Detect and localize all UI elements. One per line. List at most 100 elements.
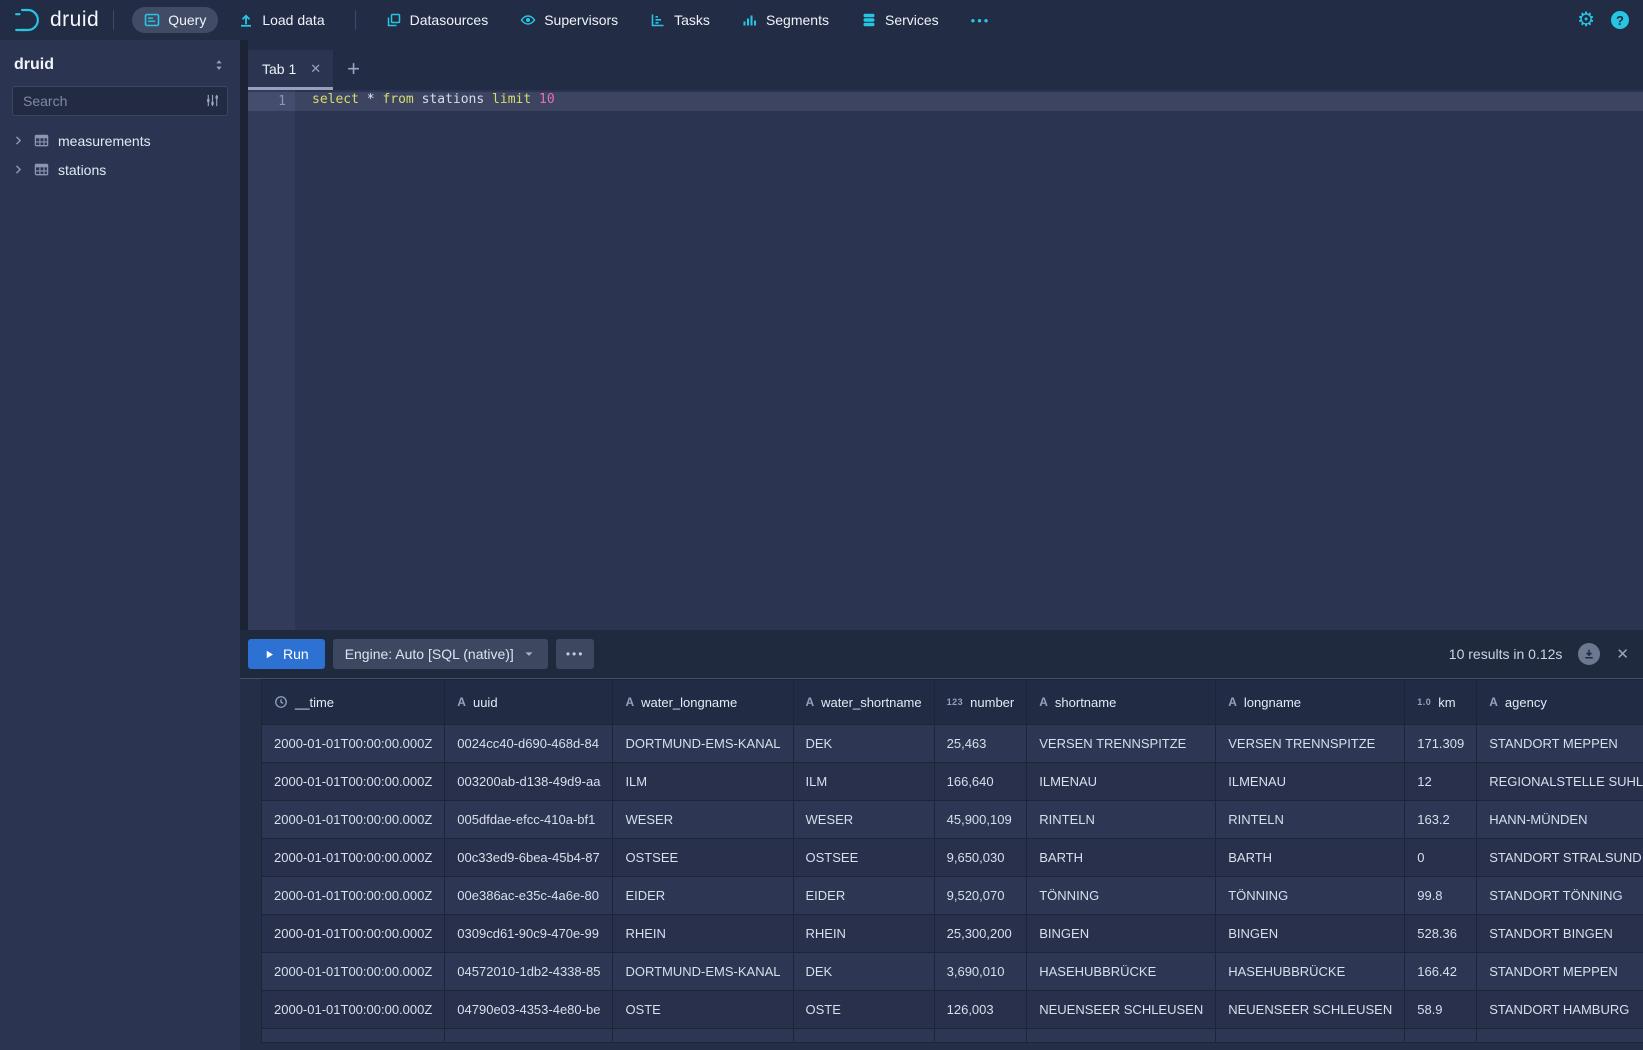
nav-item-query[interactable]: Query <box>132 7 218 33</box>
table-cell-number[interactable]: 3,690,010 <box>934 953 1027 991</box>
settings-gear-button[interactable]: ⚙ <box>1577 10 1595 30</box>
nav-item-services[interactable]: Services <box>849 7 951 33</box>
table-cell-water-longname[interactable]: RHEIN <box>613 915 793 953</box>
table-cell-number[interactable]: 45,900,109 <box>934 801 1027 839</box>
nav-item-datasources[interactable]: Datasources <box>374 7 501 33</box>
table-cell-water-longname[interactable]: OSTE <box>613 991 793 1029</box>
column-header-longname[interactable]: Alongname <box>1216 680 1405 725</box>
table-cell-water-shortname[interactable]: DEK <box>793 725 934 763</box>
table-cell-longname[interactable]: RINTELN <box>1216 801 1405 839</box>
table-cell-longname[interactable]: VERSEN TRENNSPITZE <box>1216 725 1405 763</box>
table-cell-agency[interactable]: STANDORT MEPPEN <box>1477 725 1643 763</box>
table-cell-water-shortname[interactable]: DEK <box>793 953 934 991</box>
table-cell-shortname[interactable]: TÖNNING <box>1027 877 1216 915</box>
table-cell-water-shortname[interactable]: EIDER <box>793 877 934 915</box>
tree-item-stations[interactable]: stations <box>0 155 240 184</box>
table-cell-water-shortname[interactable]: ILM <box>793 763 934 801</box>
table-cell-uuid[interactable]: 04572010-1db2-4338-85 <box>445 953 613 991</box>
nav-item-load-data[interactable]: Load data <box>226 7 336 33</box>
table-cell-agency[interactable]: STANDORT STRALSUND <box>1477 839 1643 877</box>
table-cell-km[interactable]: 58.9 <box>1405 991 1477 1029</box>
table-cell-km[interactable]: 171.309 <box>1405 725 1477 763</box>
table-cell-agency[interactable]: STANDORT BINGEN <box>1477 915 1643 953</box>
tab-1[interactable]: Tab 1 ✕ <box>248 50 333 90</box>
schema-selector[interactable]: druid <box>0 40 240 84</box>
column-header-agency[interactable]: Aagency <box>1477 680 1643 725</box>
column-header-shortname[interactable]: Ashortname <box>1027 680 1216 725</box>
table-cell-number[interactable]: 25,300,200 <box>934 915 1027 953</box>
table-cell-longname[interactable]: HASEHUBBRÜCKE <box>1216 953 1405 991</box>
table-cell-km[interactable]: 166.42 <box>1405 953 1477 991</box>
search-input[interactable] <box>12 86 228 116</box>
tab-close-icon[interactable]: ✕ <box>310 61 321 77</box>
table-cell-water-shortname[interactable]: OSTSEE <box>793 839 934 877</box>
chevron-right-icon[interactable] <box>12 134 25 147</box>
table-cell-agency[interactable]: STANDORT TÖNNING <box>1477 877 1643 915</box>
table-cell-time[interactable]: 2000-01-01T00:00:00.000Z <box>262 991 445 1029</box>
table-cell-water-longname[interactable]: ILM <box>613 763 793 801</box>
table-cell-shortname[interactable]: HASEHUBBRÜCKE <box>1027 953 1216 991</box>
table-cell-number[interactable]: 126,003 <box>934 991 1027 1029</box>
table-cell-shortname[interactable]: ILMENAU <box>1027 763 1216 801</box>
table-cell-water-longname[interactable]: EIDER <box>613 877 793 915</box>
table-cell-time[interactable]: 2000-01-01T00:00:00.000Z <box>262 877 445 915</box>
table-cell-uuid[interactable]: 04790e03-4353-4e80-be <box>445 991 613 1029</box>
table-cell-uuid[interactable]: 0309cd61-90c9-470e-99 <box>445 915 613 953</box>
table-cell-km[interactable]: 99.8 <box>1405 877 1477 915</box>
new-tab-button[interactable]: + <box>347 56 360 90</box>
table-cell-shortname[interactable]: BINGEN <box>1027 915 1216 953</box>
table-cell-uuid[interactable]: 00e386ac-e35c-4a6e-80 <box>445 877 613 915</box>
double-caret-sort-icon[interactable] <box>212 58 226 72</box>
table-cell-number[interactable]: 25,463 <box>934 725 1027 763</box>
table-cell-number[interactable]: 9,650,030 <box>934 839 1027 877</box>
table-cell-water-longname[interactable]: WESER <box>613 801 793 839</box>
table-cell-water-shortname[interactable]: RHEIN <box>793 915 934 953</box>
table-cell-longname[interactable]: BINGEN <box>1216 915 1405 953</box>
help-button[interactable]: ? <box>1611 11 1629 29</box>
nav-item-supervisors[interactable]: Supervisors <box>508 7 630 33</box>
table-cell-longname[interactable]: BARTH <box>1216 839 1405 877</box>
table-cell-water-longname[interactable]: DORTMUND-EMS-KANAL <box>613 725 793 763</box>
filter-sliders-icon[interactable] <box>205 93 220 113</box>
table-cell-shortname[interactable]: RINTELN <box>1027 801 1216 839</box>
download-results-button[interactable] <box>1578 643 1600 665</box>
table-cell-longname[interactable]: TÖNNING <box>1216 877 1405 915</box>
table-cell-time[interactable]: 2000-01-01T00:00:00.000Z <box>262 839 445 877</box>
table-cell-uuid[interactable]: 0024cc40-d690-468d-84 <box>445 725 613 763</box>
table-cell-time[interactable]: 2000-01-01T00:00:00.000Z <box>262 915 445 953</box>
column-header-uuid[interactable]: Auuid <box>445 680 613 725</box>
table-cell-agency[interactable]: STANDORT HAMBURG <box>1477 991 1643 1029</box>
table-cell-water-longname[interactable]: DORTMUND-EMS-KANAL <box>613 953 793 991</box>
engine-dropdown[interactable]: Engine: Auto [SQL (native)] <box>333 639 548 669</box>
table-cell-shortname[interactable]: VERSEN TRENNSPITZE <box>1027 725 1216 763</box>
table-cell-agency[interactable]: REGIONALSTELLE SUHL <box>1477 763 1643 801</box>
table-cell-time[interactable]: 2000-01-01T00:00:00.000Z <box>262 953 445 991</box>
column-header-water-longname[interactable]: Awater_longname <box>613 680 793 725</box>
table-cell-km[interactable]: 0 <box>1405 839 1477 877</box>
table-cell-number[interactable]: 166,640 <box>934 763 1027 801</box>
table-cell-number[interactable]: 9,520,070 <box>934 877 1027 915</box>
table-cell-longname[interactable]: ILMENAU <box>1216 763 1405 801</box>
close-results-button[interactable]: ✕ <box>1616 645 1629 663</box>
column-header-water-shortname[interactable]: Awater_shortname <box>793 680 934 725</box>
sql-code-line[interactable]: select * from stations limit 10 <box>312 90 555 109</box>
table-cell-longname[interactable]: NEUENSEER SCHLEUSEN <box>1216 991 1405 1029</box>
table-cell-uuid[interactable]: 00c33ed9-6bea-45b4-87 <box>445 839 613 877</box>
table-cell-time[interactable]: 2000-01-01T00:00:00.000Z <box>262 801 445 839</box>
query-more-button[interactable]: ••• <box>556 639 595 669</box>
tree-item-measurements[interactable]: measurements <box>0 126 240 155</box>
column-header-number[interactable]: 123number <box>934 680 1027 725</box>
table-cell-time[interactable]: 2000-01-01T00:00:00.000Z <box>262 725 445 763</box>
table-cell-agency[interactable]: HANN-MÜNDEN <box>1477 801 1643 839</box>
table-cell-agency[interactable]: STANDORT MEPPEN <box>1477 953 1643 991</box>
nav-item-segments[interactable]: Segments <box>730 7 841 33</box>
table-cell-uuid[interactable]: 003200ab-d138-49d9-aa <box>445 763 613 801</box>
nav-item-more[interactable]: ••• <box>959 8 1003 33</box>
table-cell-km[interactable]: 163.2 <box>1405 801 1477 839</box>
table-cell-water-shortname[interactable]: WESER <box>793 801 934 839</box>
table-cell-shortname[interactable]: NEUENSEER SCHLEUSEN <box>1027 991 1216 1029</box>
table-cell-water-longname[interactable]: OSTSEE <box>613 839 793 877</box>
table-cell-water-shortname[interactable]: OSTE <box>793 991 934 1029</box>
table-cell-shortname[interactable]: BARTH <box>1027 839 1216 877</box>
chevron-right-icon[interactable] <box>12 163 25 176</box>
